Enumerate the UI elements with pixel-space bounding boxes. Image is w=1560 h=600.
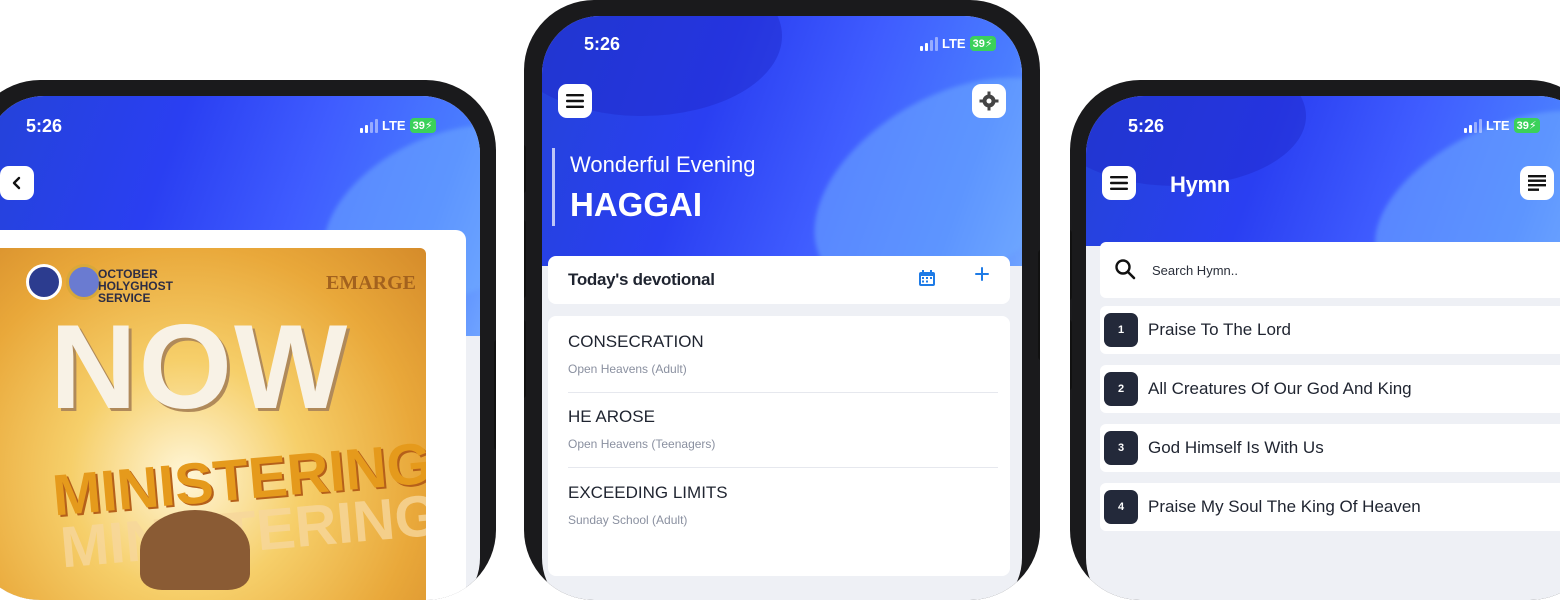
seal-icon	[66, 264, 102, 300]
list-item[interactable]: 1 Praise To The Lord	[1100, 306, 1560, 354]
list-item[interactable]: HE AROSE Open Heavens (Teenagers)	[568, 407, 998, 468]
gear-icon	[979, 91, 999, 111]
status-indicators: LTE 39⚡	[1464, 118, 1540, 133]
list-item[interactable]: CONSECRATION Open Heavens (Adult)	[568, 332, 998, 393]
search-icon	[1115, 259, 1136, 280]
poster-brand: EMARGE	[326, 272, 416, 294]
signal-icon	[360, 118, 378, 133]
text-lines-icon	[1528, 175, 1546, 191]
battery-level: 39	[1516, 120, 1529, 132]
hymn-title: All Creatures Of Our God And King	[1148, 379, 1412, 398]
list-item[interactable]: 3 God Himself Is With Us	[1100, 424, 1560, 472]
event-poster[interactable]: OCTOBER HOLYGHOST SERVICE EMARGE NOW MIN…	[0, 248, 426, 600]
hymn-number: 2	[1104, 372, 1138, 406]
hymn-number: 4	[1104, 490, 1138, 524]
hamburger-icon	[1110, 176, 1128, 190]
network-label: LTE	[942, 36, 966, 51]
status-time: 5:26	[1128, 116, 1165, 136]
hymn-title: God Himself Is With Us	[1148, 438, 1324, 457]
plus-icon	[975, 267, 989, 281]
list-item[interactable]: EXCEEDING LIMITS Sunday School (Adult)	[568, 483, 998, 543]
battery-icon: 39⚡	[1513, 118, 1540, 133]
network-label: LTE	[1486, 118, 1510, 133]
list-item[interactable]: 2 All Creatures Of Our God And King	[1100, 365, 1560, 413]
devotional-source: Open Heavens (Adult)	[568, 362, 687, 376]
add-devotional-button[interactable]	[974, 266, 990, 287]
status-time: 5:26	[584, 34, 621, 54]
battery-icon: 39⚡	[969, 36, 996, 51]
page-title: Hymn	[1170, 172, 1230, 197]
poster-headline: NOW	[50, 300, 350, 434]
devotional-source: Sunday School (Adult)	[568, 513, 688, 527]
network-label: LTE	[382, 118, 406, 133]
poster-figure	[140, 510, 250, 590]
calendar-button[interactable]	[918, 269, 936, 292]
charging-icon: ⚡	[984, 38, 993, 50]
devotional-header-label: Today's devotional	[568, 270, 715, 289]
hamburger-icon	[566, 94, 584, 108]
phone-left: 5:26 LTE 39⚡ OCTOBER HOLYGHOST SERVICE E…	[0, 80, 496, 600]
side-button	[494, 340, 496, 450]
devotional-title: CONSECRATION	[568, 332, 704, 351]
devotional-source: Open Heavens (Teenagers)	[568, 437, 716, 451]
menu-button[interactable]	[558, 84, 592, 118]
phone-center: 5:26 LTE 39⚡ Wonderful Evening HAGGAI To…	[524, 0, 1040, 600]
poster-card: OCTOBER HOLYGHOST SERVICE EMARGE NOW MIN…	[0, 230, 466, 600]
menu-button[interactable]	[1102, 166, 1136, 200]
devotional-title: EXCEEDING LIMITS	[568, 483, 728, 502]
battery-level: 39	[412, 120, 425, 132]
charging-icon: ⚡	[424, 120, 433, 132]
greeting: Wonderful Evening	[570, 152, 756, 177]
book-title: HAGGAI	[570, 186, 702, 223]
status-indicators: LTE 39⚡	[920, 36, 996, 51]
settings-button[interactable]	[972, 84, 1006, 118]
search-input[interactable]: Search Hymn..	[1152, 263, 1238, 278]
chevron-left-icon	[12, 176, 21, 190]
devotional-header: Today's devotional	[548, 256, 1010, 304]
hymn-number: 1	[1104, 313, 1138, 347]
devotional-title: HE AROSE	[568, 407, 655, 426]
status-indicators: LTE 39⚡	[360, 118, 436, 133]
screen-right: 5:26 LTE 39⚡ Hymn Search Hymn.. 1 Praise…	[1086, 96, 1560, 600]
back-button[interactable]	[0, 166, 34, 200]
greeting-accent-bar	[552, 148, 555, 226]
screen-left: 5:26 LTE 39⚡ OCTOBER HOLYGHOST SERVICE E…	[0, 96, 480, 600]
devotional-list: CONSECRATION Open Heavens (Adult) HE ARO…	[548, 316, 1010, 576]
signal-icon	[1464, 118, 1482, 133]
logo-icon	[26, 264, 62, 300]
hymn-index-button[interactable]	[1520, 166, 1554, 200]
hymn-title: Praise My Soul The King Of Heaven	[1148, 497, 1421, 516]
search-bar[interactable]: Search Hymn..	[1100, 242, 1560, 298]
status-time: 5:26	[26, 116, 63, 136]
battery-level: 39	[972, 38, 985, 50]
phone-right: 5:26 LTE 39⚡ Hymn Search Hymn.. 1 Praise…	[1070, 80, 1560, 600]
signal-icon	[920, 36, 938, 51]
hymn-title: Praise To The Lord	[1148, 320, 1292, 339]
charging-icon: ⚡	[1528, 120, 1537, 132]
battery-icon: 39⚡	[409, 118, 436, 133]
screen-center: 5:26 LTE 39⚡ Wonderful Evening HAGGAI To…	[542, 16, 1022, 600]
calendar-icon	[919, 270, 935, 286]
hymn-number: 3	[1104, 431, 1138, 465]
